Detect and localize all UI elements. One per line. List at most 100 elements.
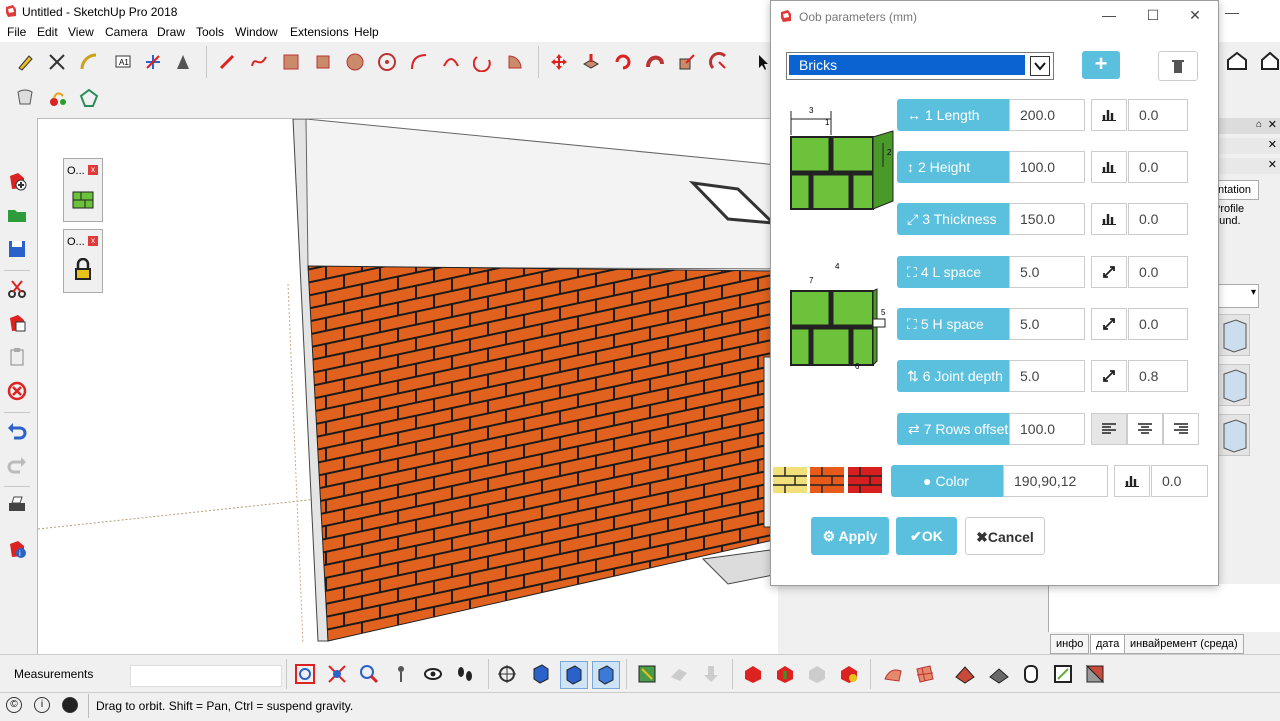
cancel-button[interactable]: ✖Cancel: [965, 517, 1045, 555]
align-right-icon[interactable]: [1163, 413, 1199, 445]
three-point-arc-icon[interactable]: [470, 49, 496, 75]
redo-icon[interactable]: [4, 452, 30, 478]
orientation-field[interactable]: ntation: [1217, 180, 1259, 200]
toggle-terrain-icon[interactable]: [666, 661, 692, 687]
geolocation-icon[interactable]: ©: [6, 697, 22, 713]
user-account-icon[interactable]: [62, 697, 78, 713]
orbit-icon[interactable]: [494, 661, 520, 687]
maximize-icon[interactable]: ☐: [1143, 7, 1163, 25]
menu-edit[interactable]: Edit: [37, 25, 58, 39]
zoom-icon[interactable]: [292, 661, 318, 687]
close-icon[interactable]: ✕: [1268, 138, 1277, 151]
erase-icon[interactable]: [4, 378, 30, 404]
protractor-icon[interactable]: [76, 49, 102, 75]
bar-chart-icon[interactable]: [1091, 99, 1127, 131]
display-section-cuts-icon[interactable]: [592, 661, 620, 689]
warehouse-share-icon[interactable]: [772, 661, 798, 687]
add-location-icon[interactable]: [634, 661, 660, 687]
swatch-red[interactable]: [848, 467, 882, 496]
param-input-1[interactable]: 200.0: [1009, 99, 1085, 131]
extension-manager-icon[interactable]: [836, 661, 862, 687]
undo-icon[interactable]: [4, 418, 30, 444]
param-input-6[interactable]: 5.0: [1009, 360, 1085, 392]
rectangle-tool-icon[interactable]: [278, 49, 304, 75]
arc-tool-icon[interactable]: [406, 49, 432, 75]
save-icon[interactable]: [4, 236, 30, 262]
component-thumbnail-icon[interactable]: [1217, 413, 1251, 459]
offset-tool-icon[interactable]: [706, 49, 732, 75]
rotate-tool-icon[interactable]: [610, 49, 636, 75]
model-viewport[interactable]: O... x O... x: [37, 118, 778, 655]
dimension-tool-icon[interactable]: [44, 49, 70, 75]
extension-warehouse-icon[interactable]: [44, 85, 70, 111]
share-component-icon[interactable]: [804, 661, 830, 687]
component-thumbnail-icon[interactable]: [1217, 363, 1251, 409]
param-variation-1[interactable]: 0.0: [1128, 99, 1188, 131]
circle-tool-icon[interactable]: [342, 49, 368, 75]
open-folder-icon[interactable]: [4, 202, 30, 228]
menu-extensions[interactable]: Extensions: [290, 25, 349, 39]
param-input-5[interactable]: 5.0: [1009, 308, 1085, 340]
zoom-extents-icon[interactable]: [356, 661, 382, 687]
polygon-tool-icon[interactable]: [374, 49, 400, 75]
preset-select[interactable]: Bricks: [786, 52, 1054, 80]
add-preset-button[interactable]: +: [1082, 51, 1120, 79]
apply-button[interactable]: ⚙ Apply: [811, 517, 889, 555]
bar-chart-icon[interactable]: [1091, 203, 1127, 235]
follow-me-icon[interactable]: [642, 49, 668, 75]
section-plane-icon[interactable]: [528, 661, 554, 687]
menu-tools[interactable]: Tools: [196, 25, 224, 39]
tray-dropdown[interactable]: ▾: [1217, 284, 1259, 308]
close-icon[interactable]: x: [88, 165, 98, 175]
walk-icon[interactable]: [452, 661, 478, 687]
menu-file[interactable]: File: [7, 25, 26, 39]
axes-tool-icon[interactable]: [140, 49, 166, 75]
stamp-icon[interactable]: [986, 661, 1012, 687]
credits-icon[interactable]: i: [34, 697, 50, 713]
move-tool-icon[interactable]: [546, 49, 572, 75]
param-variation-2[interactable]: 0.0: [1128, 151, 1188, 183]
menu-draw[interactable]: Draw: [157, 25, 185, 39]
bar-chart-icon[interactable]: [1114, 465, 1150, 497]
brick-tool-icon[interactable]: [71, 187, 95, 214]
flip-edge-icon[interactable]: [1082, 661, 1108, 687]
print-icon[interactable]: [4, 492, 30, 518]
align-left-icon[interactable]: [1091, 413, 1127, 445]
pie-tool-icon[interactable]: [502, 49, 528, 75]
param-input-3[interactable]: 150.0: [1009, 203, 1085, 235]
drape-icon[interactable]: [1018, 661, 1044, 687]
lock-icon[interactable]: [71, 257, 95, 285]
push-pull-icon[interactable]: [578, 49, 604, 75]
display-section-planes-icon[interactable]: [560, 661, 588, 689]
sandbox-from-contours-icon[interactable]: [952, 661, 978, 687]
scale-tool-icon[interactable]: [674, 49, 700, 75]
chevron-down-icon[interactable]: [1030, 56, 1050, 76]
layout-send-icon[interactable]: [76, 85, 102, 111]
swatch-orange[interactable]: [810, 467, 844, 496]
minimize-icon[interactable]: —: [1099, 7, 1119, 25]
rotated-rectangle-icon[interactable]: [310, 49, 336, 75]
sandbox-smoove-icon[interactable]: [880, 661, 906, 687]
expand-icon[interactable]: [1091, 256, 1127, 288]
bar-chart-icon[interactable]: [1091, 151, 1127, 183]
close-icon[interactable]: ✕: [1268, 158, 1277, 171]
line-tool-icon[interactable]: [214, 49, 240, 75]
swatch-yellow[interactable]: [773, 467, 807, 496]
color-input[interactable]: 190,90,12: [1003, 465, 1108, 497]
param-input-4[interactable]: 5.0: [1009, 256, 1085, 288]
expand-icon[interactable]: [1091, 360, 1127, 392]
two-point-arc-icon[interactable]: [438, 49, 464, 75]
copy-icon[interactable]: [4, 310, 30, 336]
freehand-tool-icon[interactable]: [246, 49, 272, 75]
measurements-input[interactable]: [130, 665, 282, 687]
new-model-icon[interactable]: [4, 168, 30, 194]
close-icon[interactable]: ✕: [1268, 118, 1277, 131]
param-variation-5[interactable]: 0.0: [1128, 308, 1188, 340]
param-variation-3[interactable]: 0.0: [1128, 203, 1188, 235]
param-variation-4[interactable]: 0.0: [1128, 256, 1188, 288]
menu-help[interactable]: Help: [354, 25, 379, 39]
look-around-icon[interactable]: [420, 661, 446, 687]
close-icon[interactable]: x: [88, 236, 98, 246]
tab-data[interactable]: дата: [1090, 634, 1126, 654]
warehouse-icon[interactable]: [12, 85, 38, 111]
